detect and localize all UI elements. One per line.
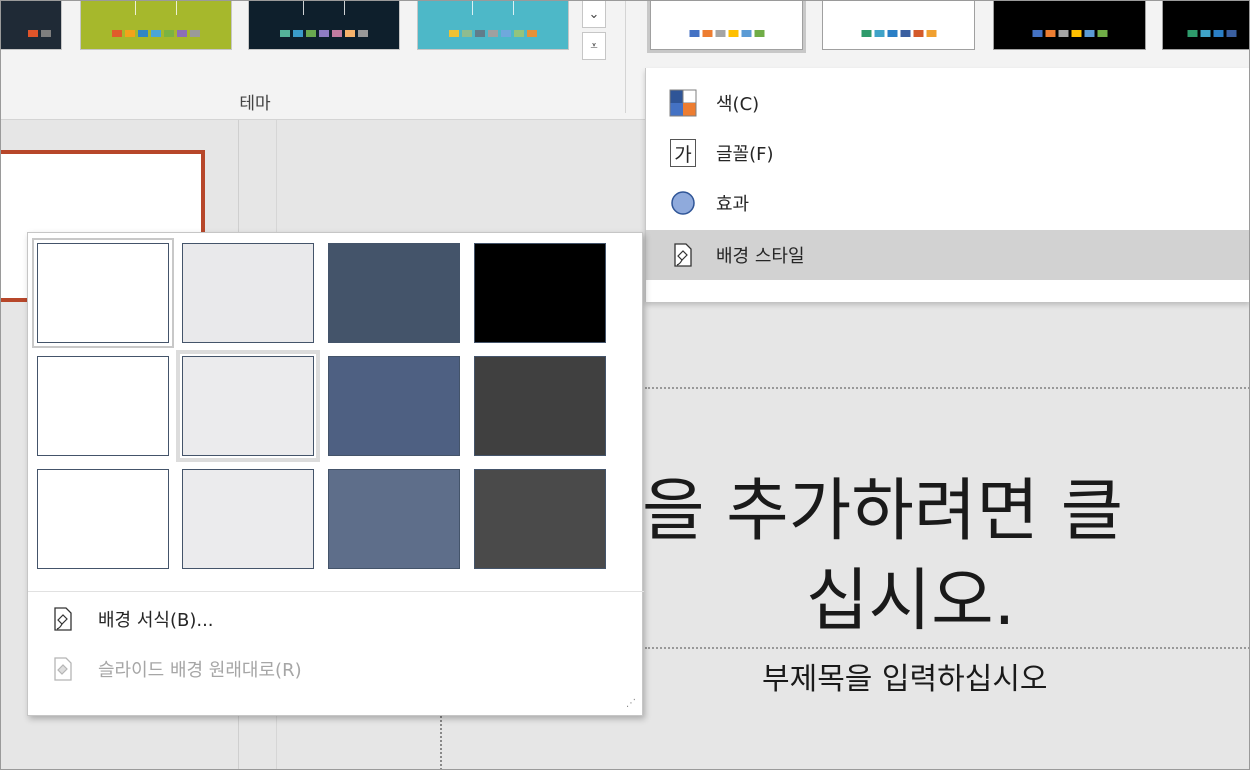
- background-style-swatch[interactable]: [328, 356, 460, 456]
- themes-group-label: 테마: [239, 94, 271, 114]
- theme-thumbnail[interactable]: [80, 0, 232, 50]
- ribbon-themes-group: ⌄ ⩡ 테마: [0, 0, 645, 120]
- color-swatch-icon: [668, 88, 698, 118]
- background-styles-gallery: 배경 서식(B)... 슬라이드 배경 원래대로(R) ⋰: [27, 232, 644, 716]
- variant-thumbnail[interactable]: [822, 0, 975, 50]
- background-style-swatch[interactable]: [182, 243, 314, 343]
- ribbon-divider: [625, 0, 626, 113]
- reset-background-button[interactable]: 슬라이드 배경 원래대로(R): [28, 649, 302, 689]
- reset-background-icon: [50, 656, 76, 682]
- background-style-swatch[interactable]: [474, 356, 606, 456]
- background-style-swatch[interactable]: [182, 469, 314, 569]
- menu-item-background-styles[interactable]: 배경 스타일: [646, 230, 1250, 280]
- theme-thumbnail[interactable]: [248, 0, 400, 50]
- gallery-scroll-down-button[interactable]: ⌄: [582, 0, 606, 28]
- slide-title-line2[interactable]: 십시오.: [806, 545, 1015, 644]
- background-style-swatch[interactable]: [328, 243, 460, 343]
- slide-subtitle[interactable]: 부제목을 입력하십시오: [762, 654, 1048, 698]
- theme-thumbnail[interactable]: [0, 0, 62, 50]
- menu-item-effects[interactable]: 효과: [646, 178, 1250, 228]
- menu-item-fonts[interactable]: 가 글꼴(F): [646, 128, 1250, 178]
- theme-thumbnail[interactable]: [417, 0, 569, 50]
- variants-menu: 색(C) 가 글꼴(F) 효과 배경 스타일: [645, 68, 1250, 302]
- background-style-swatch[interactable]: [37, 356, 169, 456]
- slide-title-line1[interactable]: 을 추가하려면 클: [642, 455, 1123, 554]
- font-ga-icon: 가: [668, 138, 698, 168]
- gallery-more-button[interactable]: ⩡: [582, 32, 606, 60]
- menu-item-label: 색(C): [716, 94, 760, 115]
- menu-item-label: 배경 스타일: [716, 246, 805, 267]
- format-background-label: 배경 서식(B)...: [98, 610, 214, 631]
- menu-item-label: 효과: [716, 194, 750, 215]
- background-style-swatch[interactable]: [328, 469, 460, 569]
- format-background-icon: [50, 606, 76, 632]
- background-style-swatch[interactable]: [176, 350, 320, 462]
- gallery-scroll: ⌄ ⩡: [582, 0, 606, 64]
- menu-item-label: 글꼴(F): [716, 144, 774, 165]
- variants-gallery: [645, 0, 1250, 68]
- effects-circle-icon: [668, 188, 698, 218]
- background-style-swatch[interactable]: [37, 469, 169, 569]
- variant-thumbnail[interactable]: [647, 0, 806, 53]
- background-style-swatch[interactable]: [474, 469, 606, 569]
- variant-thumbnail[interactable]: [993, 0, 1146, 50]
- reset-background-label: 슬라이드 배경 원래대로(R): [98, 660, 302, 681]
- format-background-button[interactable]: 배경 서식(B)...: [28, 599, 214, 639]
- variant-thumbnail[interactable]: [1162, 0, 1250, 50]
- menu-item-colors[interactable]: 색(C): [646, 78, 1250, 128]
- separator: [28, 591, 644, 592]
- background-style-swatch[interactable]: [474, 243, 606, 343]
- background-style-icon: [668, 240, 698, 270]
- chevron-down-icon: ⌄: [588, 6, 600, 22]
- background-style-swatch[interactable]: [32, 238, 174, 348]
- more-icon: ⩡: [590, 38, 598, 54]
- resize-grip-icon[interactable]: ⋰: [626, 698, 636, 709]
